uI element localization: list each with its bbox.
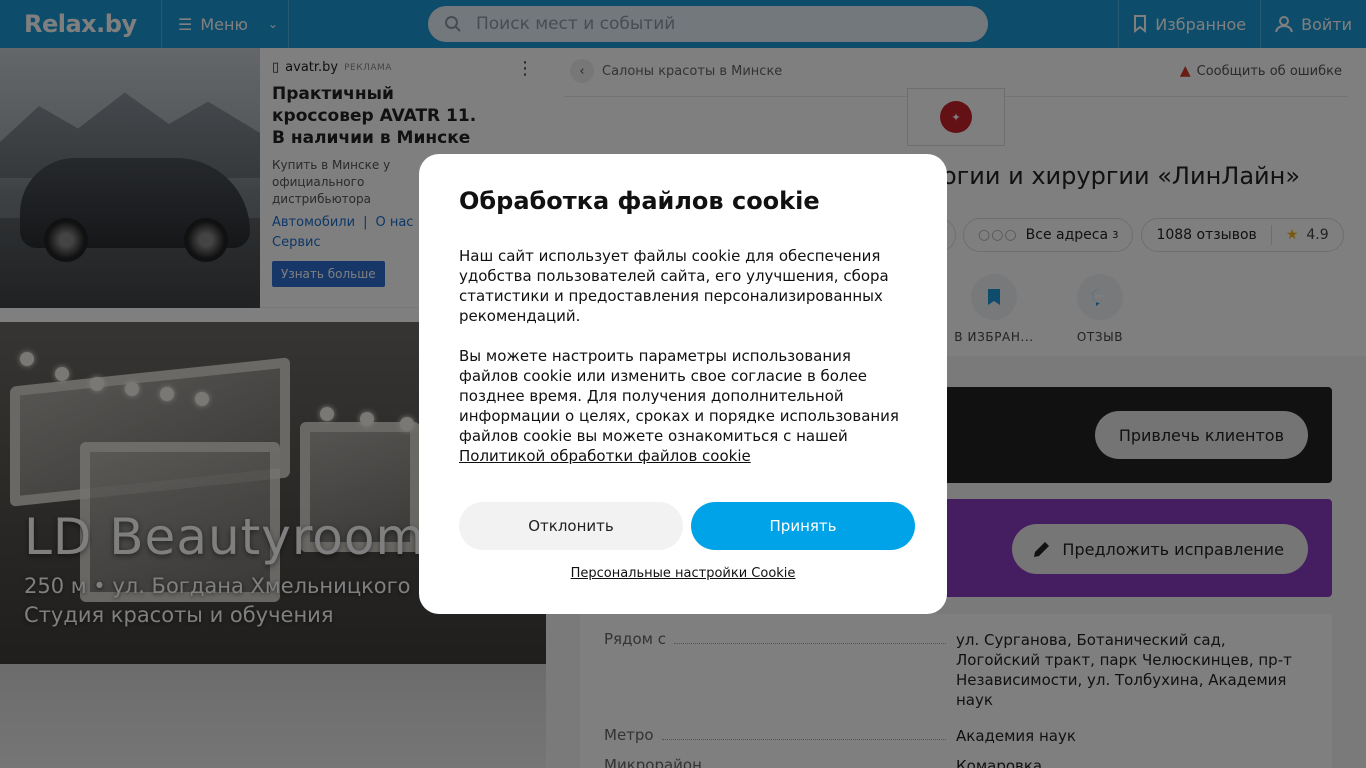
decline-button[interactable]: Отклонить <box>459 502 683 550</box>
cookie-dialog-title: Обработка файлов cookie <box>459 187 820 215</box>
cookie-settings-link[interactable]: Персональные настройки Cookie <box>419 566 947 581</box>
cookie-consent-dialog: Обработка файлов cookie Наш сайт использ… <box>419 154 947 614</box>
cookie-paragraph-2: Вы можете настроить параметры использова… <box>459 346 907 466</box>
accept-button[interactable]: Принять <box>691 502 915 550</box>
cookie-policy-link[interactable]: Политикой обработки файлов cookie <box>459 447 751 465</box>
cookie-paragraph-1: Наш сайт использует файлы cookie для обе… <box>459 247 889 325</box>
cookie-paragraph-2-text: Вы можете настроить параметры использова… <box>459 347 899 445</box>
